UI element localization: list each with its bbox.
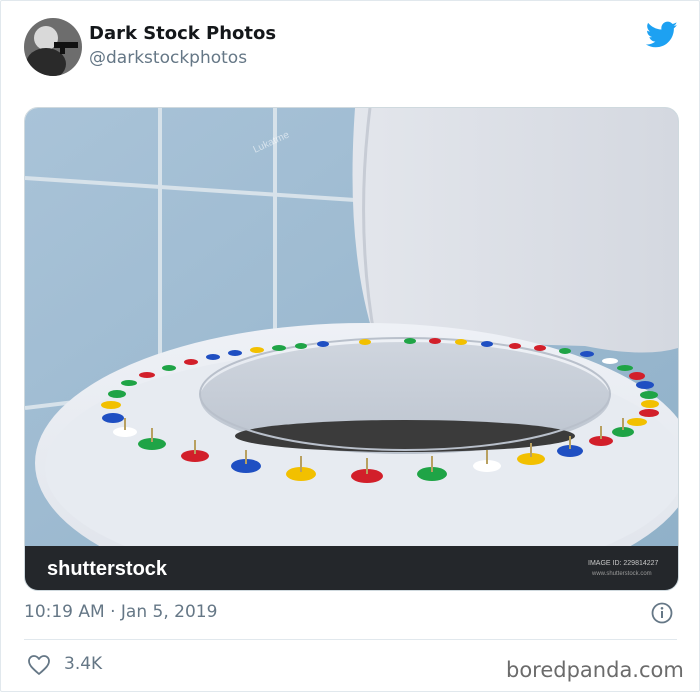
- avatar[interactable]: [24, 18, 82, 76]
- display-name[interactable]: Dark Stock Photos: [89, 23, 276, 44]
- image-id: IMAGE ID: 229814227: [588, 560, 659, 567]
- image-site: www.shutterstock.com: [591, 571, 652, 577]
- source-watermark: boredpanda.com: [506, 658, 684, 682]
- twitter-bird-icon[interactable]: [645, 21, 678, 49]
- like-count[interactable]: 3.4K: [64, 654, 102, 674]
- tweet-media-image[interactable]: shutterstock IMAGE ID: 229814227 www.shu…: [24, 107, 679, 591]
- user-handle[interactable]: @darkstockphotos: [89, 48, 247, 68]
- tweet-timestamp[interactable]: 10:19 AM · Jan 5, 2019: [24, 602, 217, 622]
- divider: [24, 639, 677, 640]
- heart-icon[interactable]: [27, 654, 51, 676]
- info-icon[interactable]: [651, 602, 673, 624]
- tweet-card: Dark Stock Photos @darkstockphotos shutt…: [0, 0, 700, 692]
- brand-watermark: shutterstock: [47, 558, 168, 580]
